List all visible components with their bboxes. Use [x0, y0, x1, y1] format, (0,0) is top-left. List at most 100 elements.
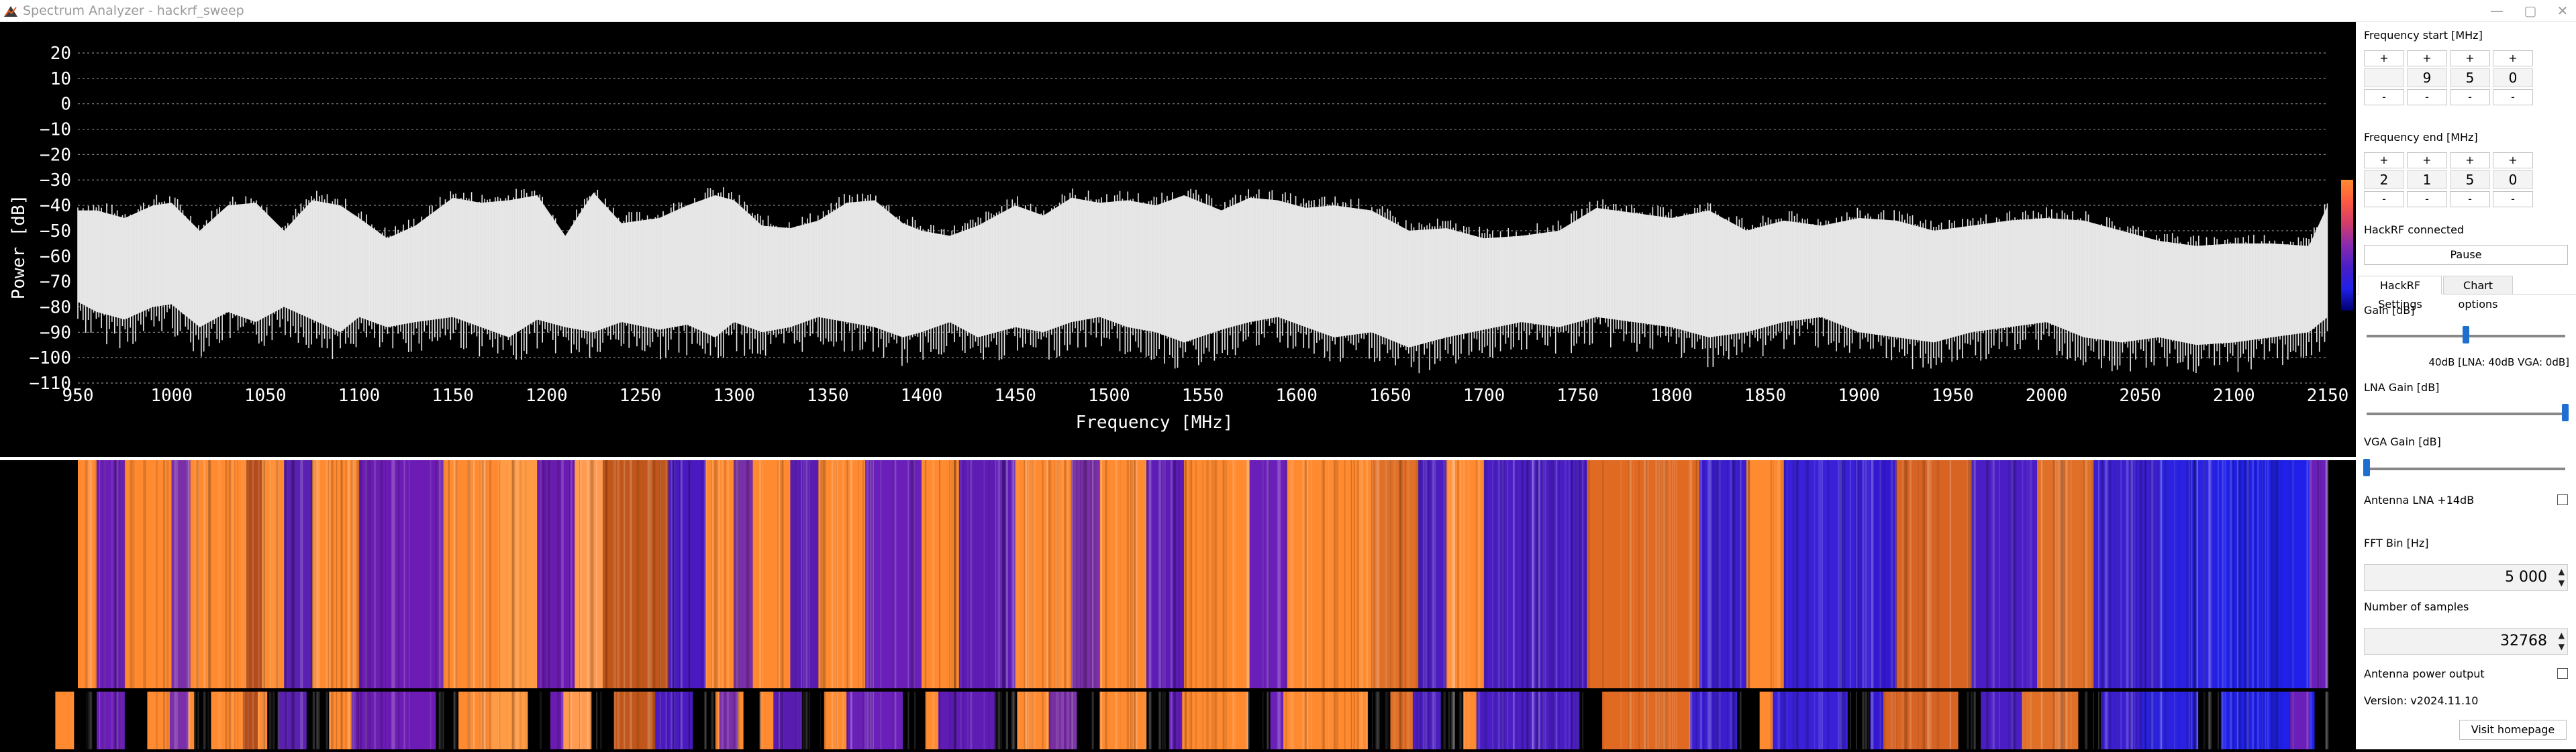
app-icon: [4, 6, 17, 17]
freq-end-digit-2[interactable]: 1: [2407, 170, 2447, 189]
freq-end-plus-1[interactable]: +: [2364, 152, 2404, 168]
y-tick-label: 10: [50, 69, 71, 89]
freq-start-plus-1[interactable]: +: [2364, 50, 2404, 66]
lna-gain-slider-track[interactable]: [2367, 413, 2565, 415]
freq-start-plus-2[interactable]: +: [2407, 50, 2447, 66]
waterfall-texture: [2208, 460, 2211, 749]
waterfall-texture: [2188, 460, 2191, 749]
waterfall-texture: [803, 460, 805, 749]
freq-start-digit-3[interactable]: 5: [2450, 68, 2490, 87]
waterfall-texture: [2144, 460, 2146, 749]
freq-end-digit-4[interactable]: 0: [2493, 170, 2533, 189]
waterfall-band-lower: [1283, 692, 1368, 749]
tab-hackrf-settings[interactable]: HackRF Settings: [2359, 276, 2442, 311]
waterfall-texture: [1222, 460, 1225, 749]
tab-chart-options[interactable]: Chart options: [2443, 276, 2513, 311]
waterfall-texture: [1579, 460, 1581, 749]
waterfall-texture: [649, 460, 652, 749]
waterfall-texture: [1390, 460, 1391, 749]
freq-end-minus-3[interactable]: -: [2450, 191, 2490, 207]
lna-gain-label: LNA Gain [dB]: [2364, 381, 2440, 394]
pause-button[interactable]: Pause: [2364, 245, 2568, 265]
samples-spinbox[interactable]: 32768 ▲ ▼: [2364, 628, 2568, 655]
fft-bin-spinbox[interactable]: 5 000 ▲ ▼: [2364, 564, 2568, 591]
waterfall-texture: [1901, 460, 1904, 749]
waterfall-texture: [517, 460, 520, 749]
y-tick-label: 20: [50, 44, 71, 64]
waterfall-texture: [1024, 460, 1026, 749]
waterfall-texture: [1972, 460, 1974, 749]
waterfall-texture: [1042, 460, 1044, 749]
freq-end-minus-1[interactable]: -: [2364, 191, 2404, 207]
freq-end-plus-2[interactable]: +: [2407, 152, 2447, 168]
waterfall-texture: [1734, 460, 1736, 749]
x-tick-label: 1100: [338, 386, 381, 406]
waterfall-texture: [1032, 460, 1034, 749]
waterfall-texture: [469, 460, 471, 749]
antenna-lna-checkbox[interactable]: [2557, 494, 2568, 505]
freq-end-plus-4[interactable]: +: [2493, 152, 2533, 168]
visit-homepage-button[interactable]: Visit homepage: [2459, 720, 2567, 740]
waterfall-texture: [1843, 460, 1846, 749]
waterfall-texture: [2309, 460, 2312, 749]
waterfall-texture: [1428, 460, 1431, 749]
freq-start-digit-2[interactable]: 9: [2407, 68, 2447, 87]
waterfall-band-lower: [55, 692, 75, 749]
freq-start-minus-1[interactable]: -: [2364, 89, 2404, 105]
freq-end-plus-3[interactable]: +: [2450, 152, 2490, 168]
waterfall-texture: [2126, 460, 2129, 749]
waterfall-texture: [1716, 460, 1719, 749]
x-tick-label: 1000: [150, 386, 193, 406]
gain-slider-handle[interactable]: [2463, 326, 2469, 343]
waterfall-texture: [1536, 460, 1539, 749]
samples-value: 32768: [2500, 633, 2547, 649]
y-tick-label: −10: [40, 120, 71, 140]
waterfall-texture: [203, 460, 206, 749]
waterfall-texture: [1973, 460, 1977, 749]
freq-end-minus-4[interactable]: -: [2493, 191, 2533, 207]
x-tick-label: 1800: [1650, 386, 1693, 406]
waterfall-texture: [430, 460, 432, 749]
freq-start-minus-4[interactable]: -: [2493, 89, 2533, 105]
waterfall-texture: [1360, 460, 1363, 749]
waterfall-texture: [1827, 460, 1830, 749]
waterfall-texture: [1655, 460, 1658, 749]
waterfall-texture: [1404, 460, 1407, 749]
waterfall-texture: [1781, 460, 1783, 749]
spin-arrows-icon[interactable]: ▲ ▼: [2559, 566, 2565, 589]
lna-gain-slider-handle[interactable]: [2562, 404, 2569, 421]
waterfall-texture: [1189, 460, 1192, 749]
freq-start-plus-4[interactable]: +: [2493, 50, 2533, 66]
freq-end-minus-2[interactable]: -: [2407, 191, 2447, 207]
waterfall-texture: [1004, 460, 1005, 749]
waterfall-texture: [90, 460, 93, 749]
vga-gain-slider-track[interactable]: [2367, 468, 2565, 470]
spectrum-chart[interactable]: 20 10 0 −10 −20 −30 −40 −50 −60 −70 −80 −90 −100 −110…: [0, 22, 2356, 457]
fft-bin-value: 5 000: [2505, 569, 2547, 586]
waterfall-texture: [1895, 460, 1897, 749]
vga-gain-slider-handle[interactable]: [2363, 459, 2370, 476]
freq-start-minus-3[interactable]: -: [2450, 89, 2490, 105]
waterfall-texture: [1234, 460, 1236, 749]
freq-start-plus-3[interactable]: +: [2450, 50, 2490, 66]
waterfall-texture: [365, 460, 368, 749]
freq-start-digit-4[interactable]: 0: [2493, 68, 2533, 87]
waterfall-texture: [1818, 460, 1821, 749]
freq-end-digit-3[interactable]: 5: [2450, 170, 2490, 189]
freq-end-digit-1[interactable]: 2: [2364, 170, 2404, 189]
waterfall-texture: [1712, 460, 1716, 749]
waterfall-texture: [2040, 460, 2043, 749]
freq-start-digit-1[interactable]: [2364, 68, 2404, 87]
waterfall-display[interactable]: [0, 460, 2356, 749]
waterfall-texture: [1923, 460, 1926, 749]
close-button[interactable]: ✕: [2542, 0, 2576, 21]
waterfall-texture: [1740, 460, 1742, 749]
waterfall-gap: [0, 688, 2356, 692]
antenna-power-checkbox[interactable]: [2557, 668, 2568, 679]
freq-start-minus-2[interactable]: -: [2407, 89, 2447, 105]
waterfall-texture: [1350, 460, 1352, 749]
waterfall-texture: [759, 460, 762, 749]
waterfall-texture: [1080, 460, 1082, 749]
waterfall-texture: [1083, 460, 1086, 749]
spin-arrows-icon[interactable]: ▲ ▼: [2559, 630, 2565, 653]
